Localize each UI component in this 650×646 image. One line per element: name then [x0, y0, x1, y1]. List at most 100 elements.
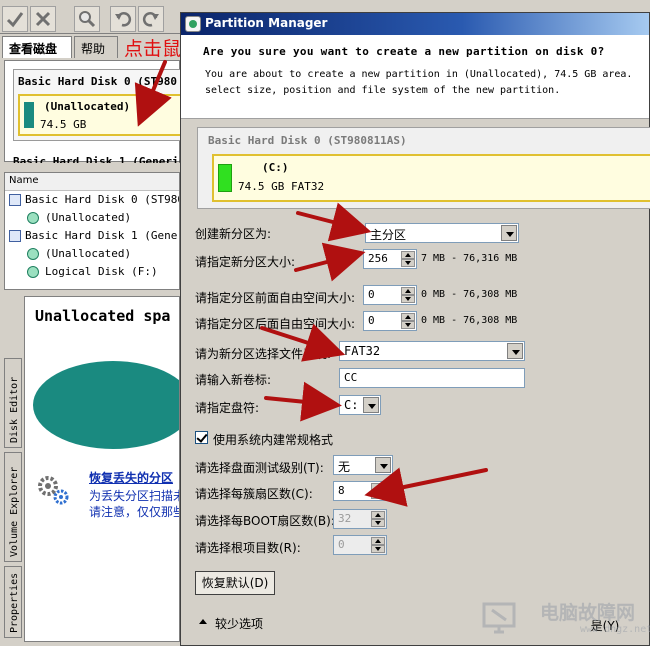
- partition-manager-dialog: Partition Manager Are you sure you want …: [180, 12, 650, 646]
- tree-row-label: (Unallocated): [45, 247, 132, 260]
- disk-1-title[interactable]: Basic Hard Disk 1 (Generic: [13, 153, 183, 163]
- spin-up-icon[interactable]: [401, 251, 415, 259]
- spin-up-icon: [371, 511, 385, 519]
- partition-type-label: 创建新分区为:: [195, 227, 272, 241]
- dialog-title: Partition Manager: [205, 16, 328, 30]
- dialog-question: Are you sure you want to create a new pa…: [203, 45, 605, 58]
- side-tab-volume-explorer[interactable]: Volume Explorer: [4, 452, 22, 562]
- gears-icon: [38, 476, 69, 505]
- builtin-format-checkbox[interactable]: [195, 431, 208, 444]
- recover-description: 请注意，仅仅那些: [89, 505, 180, 519]
- tab-help[interactable]: 帮助: [74, 36, 118, 58]
- spin-up-icon[interactable]: [401, 287, 415, 295]
- preview-disk-title: Basic Hard Disk 0 (ST980811AS): [208, 134, 407, 147]
- spin-down-icon: [371, 519, 385, 527]
- surface-test-value: 无: [338, 460, 351, 474]
- spin-up-icon[interactable]: [401, 313, 415, 321]
- free-space-before-spinner[interactable]: 0: [363, 285, 417, 305]
- dialog-header: Are you sure you want to create a new pa…: [181, 35, 649, 119]
- chevron-down-icon[interactable]: [363, 397, 379, 413]
- builtin-format-label: 使用系统内建常规格式: [213, 433, 334, 447]
- disk-map-panel: Basic Hard Disk 0 (ST980 (Unallocated) 7…: [4, 60, 193, 163]
- volume-icon: [27, 266, 39, 278]
- surface-test-label: 请选择盘面测试级别(T):: [195, 461, 324, 475]
- cancel-x-icon[interactable]: [30, 6, 56, 32]
- disk-0-box[interactable]: Basic Hard Disk 0 (ST980 (Unallocated) 7…: [13, 69, 193, 141]
- partition-size: 74.5 GB: [40, 118, 87, 131]
- spinner-value: 0: [368, 288, 375, 301]
- file-system-label: 请为新分区选择文件系统:: [195, 347, 332, 361]
- disk-tree-panel: Name Basic Hard Disk 0 (ST98081 (Unalloc…: [4, 172, 180, 290]
- watermark-url: www.dngz.net: [580, 624, 650, 635]
- chevron-down-icon[interactable]: [375, 457, 391, 473]
- side-tab-properties[interactable]: Properties: [4, 566, 22, 638]
- unallocated-title: Unallocated spa: [35, 307, 171, 325]
- magnifier-icon[interactable]: [74, 6, 100, 32]
- side-tab-disk-editor[interactable]: Disk Editor: [4, 358, 22, 448]
- file-system-select[interactable]: FAT32: [339, 341, 525, 361]
- tree-row[interactable]: Basic Hard Disk 1 (Generic: [5, 227, 179, 245]
- recover-lost-partition-link[interactable]: 恢复丢失的分区: [89, 469, 173, 486]
- recover-description: 为丢失分区扫描未: [89, 489, 180, 503]
- drive-letter-label: 请指定盘符:: [195, 401, 260, 415]
- tree-row[interactable]: (Unallocated): [5, 245, 179, 263]
- preview-partition-name: (C:): [262, 161, 289, 174]
- tree-row-label: Basic Hard Disk 1 (Generic: [25, 229, 180, 242]
- spin-down-icon[interactable]: [401, 259, 415, 267]
- spin-down-icon[interactable]: [401, 321, 415, 329]
- disk-0-title: Basic Hard Disk 0 (ST980: [18, 75, 177, 88]
- spin-up-icon: [371, 537, 385, 545]
- free-space-after-label: 请指定分区后面自由空间大小:: [195, 317, 356, 331]
- side-tab-label: Disk Editor: [9, 376, 20, 443]
- partition-size-label: 请指定新分区大小:: [195, 255, 296, 269]
- chevron-down-icon[interactable]: [501, 225, 517, 241]
- undo-icon[interactable]: [110, 6, 136, 32]
- tree-row[interactable]: Basic Hard Disk 0 (ST98081: [5, 191, 179, 209]
- free-after-range: 0 MB - 76,308 MB: [421, 315, 518, 326]
- spin-down-icon[interactable]: [371, 491, 385, 499]
- tree-column-header[interactable]: Name: [5, 173, 179, 191]
- main-toolbar: [0, 0, 200, 34]
- tree-row[interactable]: (Unallocated): [5, 209, 179, 227]
- sectors-per-cluster-label: 请选择每簇扇区数(C):: [195, 487, 313, 501]
- partition-size-spinner[interactable]: 256: [363, 249, 417, 269]
- tab-view-disks[interactable]: 查看磁盘: [2, 36, 72, 58]
- restore-defaults-button[interactable]: 恢复默认(D): [195, 571, 275, 595]
- spin-down-icon[interactable]: [401, 295, 415, 303]
- partition-type-select[interactable]: 主分区: [365, 223, 519, 243]
- dialog-title-bar[interactable]: Partition Manager: [181, 13, 649, 35]
- hard-disk-icon: [9, 230, 21, 242]
- redo-icon[interactable]: [138, 6, 164, 32]
- volume-icon: [27, 248, 39, 260]
- tree-row-label: Basic Hard Disk 0 (ST98081: [25, 193, 180, 206]
- partition-color-swatch: [24, 102, 34, 128]
- fewer-options-link[interactable]: 较少选项: [215, 615, 263, 632]
- boot-sectors-spinner: 32: [333, 509, 387, 529]
- partition-color-swatch: [218, 164, 232, 192]
- drive-letter-select[interactable]: C:: [339, 395, 381, 415]
- watermark: 电脑故障网 www.dngz.net: [470, 594, 650, 646]
- volume-label-label: 请输入新卷标:: [195, 373, 272, 387]
- volume-label-input[interactable]: CC: [339, 368, 525, 388]
- preview-new-partition: (C:) 74.5 GB FAT32: [212, 154, 650, 202]
- apply-check-icon[interactable]: [2, 6, 28, 32]
- dialog-info-line: select size, position and file system of…: [205, 85, 561, 96]
- spinner-value: 8: [338, 484, 345, 497]
- surface-test-select[interactable]: 无: [333, 455, 393, 475]
- chevron-down-icon[interactable]: [507, 343, 523, 359]
- spin-up-icon[interactable]: [371, 483, 385, 491]
- partition-preview: Basic Hard Disk 0 (ST980811AS) (C:) 74.5…: [197, 127, 650, 209]
- tree-row[interactable]: Logical Disk (F:): [5, 263, 179, 281]
- tree-row-label: Logical Disk (F:): [45, 265, 158, 278]
- sectors-per-cluster-spinner[interactable]: 8: [333, 481, 387, 501]
- unallocated-info-panel: Unallocated spa 恢复丢失的分区 为丢失分区扫描未 请注意，仅仅那…: [24, 296, 180, 642]
- spin-down-icon: [371, 545, 385, 553]
- collapse-up-icon[interactable]: [199, 619, 207, 624]
- volume-icon: [27, 212, 39, 224]
- spinner-value: 0: [338, 538, 345, 551]
- free-space-after-spinner[interactable]: 0: [363, 311, 417, 331]
- spinner-value: 0: [368, 314, 375, 327]
- disk-0-unallocated-partition[interactable]: (Unallocated) 74.5 GB: [18, 94, 188, 136]
- side-tab-strip: Disk Editor Volume Explorer Properties: [4, 358, 22, 638]
- computer-repair-icon: [482, 602, 516, 634]
